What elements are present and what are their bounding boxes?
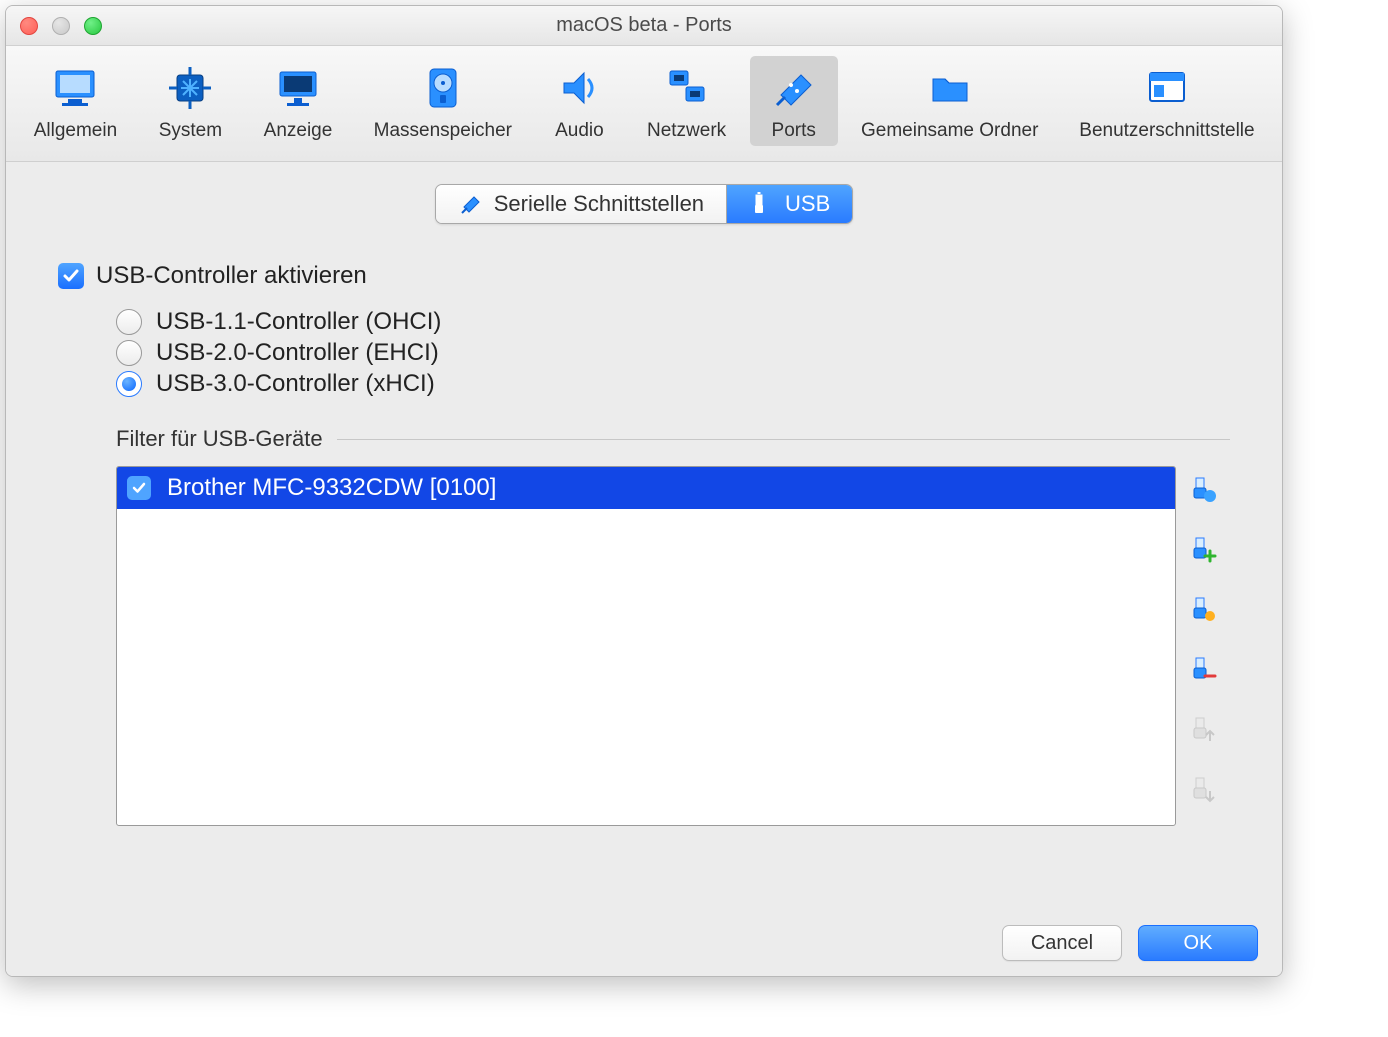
toolbar-item-audio[interactable]: Audio (536, 56, 624, 146)
network-icon (661, 62, 713, 114)
toolbar-label: Ports (772, 120, 816, 142)
usb-controller-group: USB-1.1-Controller (OHCI) USB-2.0-Contro… (116, 308, 1230, 398)
enable-usb-controller-checkbox[interactable] (58, 263, 84, 289)
toolbar-label: Anzeige (264, 120, 333, 142)
usb-filter-name: Brother MFC-9332CDW [0100] (167, 474, 496, 502)
serial-port-icon (458, 191, 484, 217)
cancel-button-label: Cancel (1031, 932, 1093, 955)
usb-plug-add-icon (1188, 474, 1218, 504)
radio-button[interactable] (116, 340, 142, 366)
display-icon (272, 62, 324, 114)
edit-filter-button[interactable] (1186, 592, 1220, 626)
toolbar-item-gemeinsame-ordner[interactable]: Gemeinsame Ordner (844, 56, 1056, 146)
radio-xhci-label: USB-3.0-Controller (xHCI) (156, 370, 435, 398)
toolbar-label: Benutzerschnittstelle (1079, 120, 1254, 142)
disk-icon (417, 62, 469, 114)
toolbar: Allgemein System Anzeige Massenspeicher (6, 46, 1282, 162)
toolbar-label: System (159, 120, 222, 142)
move-filter-up-button[interactable] (1186, 712, 1220, 746)
radio-ohci-label: USB-1.1-Controller (OHCI) (156, 308, 441, 336)
add-filter-from-device-button[interactable] (1186, 532, 1220, 566)
enable-usb-controller-label: USB-Controller aktivieren (96, 262, 367, 290)
toolbar-item-massenspeicher[interactable]: Massenspeicher (356, 56, 529, 146)
usb-panel: USB-Controller aktivieren USB-1.1-Contro… (16, 238, 1272, 900)
radio-ehci[interactable]: USB-2.0-Controller (EHCI) (116, 339, 1230, 367)
usb-plug-up-icon (1188, 714, 1218, 744)
traffic-lights (20, 17, 102, 35)
usb-filter-header-label: Filter für USB-Geräte (116, 426, 323, 452)
tab-usb[interactable]: USB (727, 185, 852, 223)
speaker-icon (553, 62, 605, 114)
radio-ehci-label: USB-2.0-Controller (EHCI) (156, 339, 439, 367)
toolbar-item-anzeige[interactable]: Anzeige (246, 56, 350, 146)
usb-filter-list[interactable]: Brother MFC-9332CDW [0100] (116, 466, 1176, 826)
usb-plug-remove-icon (1188, 654, 1218, 684)
toolbar-item-ports[interactable]: Ports (750, 56, 838, 146)
radio-button[interactable] (116, 309, 142, 335)
radio-xhci[interactable]: USB-3.0-Controller (xHCI) (116, 370, 1230, 398)
usb-filter-actions (1186, 466, 1230, 826)
ports-tabs: Serielle Schnittstellen USB (435, 184, 854, 224)
toolbar-label: Audio (555, 120, 604, 142)
window-title: macOS beta - Ports (6, 14, 1282, 37)
ui-icon (1141, 62, 1193, 114)
radio-ohci[interactable]: USB-1.1-Controller (OHCI) (116, 308, 1230, 336)
toolbar-label: Massenspeicher (374, 120, 512, 142)
toolbar-item-allgemein[interactable]: Allgemein (16, 56, 135, 146)
window-zoom-button[interactable] (84, 17, 102, 35)
usb-filter-checkbox[interactable] (127, 476, 151, 500)
content: Serielle Schnittstellen USB USB-Controll… (6, 162, 1282, 976)
settings-window: macOS beta - Ports Allgemein System Anze… (5, 5, 1283, 977)
usb-plug-down-icon (1188, 774, 1218, 804)
ok-button[interactable]: OK (1138, 925, 1258, 961)
tab-usb-label: USB (785, 191, 830, 217)
usb-filter-row[interactable]: Brother MFC-9332CDW [0100] (117, 467, 1175, 509)
tab-serial-label: Serielle Schnittstellen (494, 191, 704, 217)
toolbar-label: Allgemein (34, 120, 117, 142)
tab-serial[interactable]: Serielle Schnittstellen (436, 185, 727, 223)
usb-icon (749, 191, 775, 217)
usb-plug-plus-icon (1188, 534, 1218, 564)
toolbar-item-system[interactable]: System (141, 56, 240, 146)
toolbar-label: Gemeinsame Ordner (861, 120, 1038, 142)
monitor-icon (49, 62, 101, 114)
window-minimize-button[interactable] (52, 17, 70, 35)
toolbar-item-benutzerschnittstelle[interactable]: Benutzerschnittstelle (1062, 56, 1272, 146)
toolbar-label: Netzwerk (647, 120, 726, 142)
usb-plug-edit-icon (1188, 594, 1218, 624)
usb-filter-header: Filter für USB-Geräte (116, 426, 1230, 452)
titlebar: macOS beta - Ports (6, 6, 1282, 46)
toolbar-item-netzwerk[interactable]: Netzwerk (629, 56, 744, 146)
radio-button[interactable] (116, 371, 142, 397)
enable-usb-controller-row[interactable]: USB-Controller aktivieren (58, 262, 1230, 290)
divider (337, 439, 1230, 440)
move-filter-down-button[interactable] (1186, 772, 1220, 806)
chip-icon (164, 62, 216, 114)
window-close-button[interactable] (20, 17, 38, 35)
ports-icon (768, 62, 820, 114)
dialog-footer: Cancel OK (6, 910, 1282, 976)
cancel-button[interactable]: Cancel (1002, 925, 1122, 961)
folder-icon (924, 62, 976, 114)
add-empty-filter-button[interactable] (1186, 472, 1220, 506)
ok-button-label: OK (1184, 932, 1213, 955)
remove-filter-button[interactable] (1186, 652, 1220, 686)
